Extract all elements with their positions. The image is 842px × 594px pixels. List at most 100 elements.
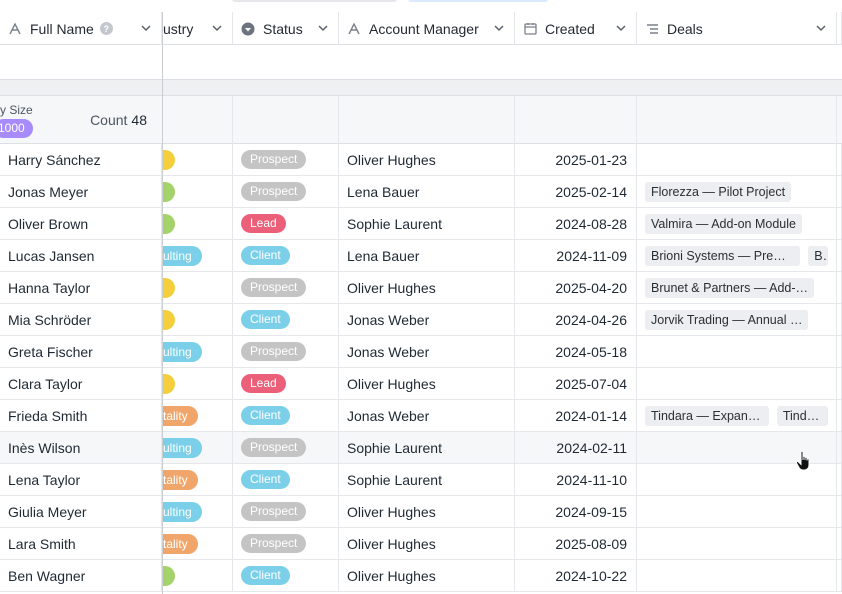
cell-account-manager[interactable]: Oliver Hughes xyxy=(339,528,515,559)
chevron-down-icon[interactable] xyxy=(318,23,328,33)
cell-industry[interactable] xyxy=(163,304,233,335)
cell-status[interactable]: Client xyxy=(233,464,339,495)
table-row[interactable]: Harry Sánchez Prospect Oliver Hughes 202… xyxy=(0,144,842,176)
cell-industry[interactable] xyxy=(163,208,233,239)
group-header[interactable]: y Size 1000 Count 48 xyxy=(0,96,842,144)
cell-industry[interactable] xyxy=(163,272,233,303)
deal-chip[interactable]: Brioni Systems — Premiu… xyxy=(645,245,801,266)
table-row[interactable]: Greta Fischer ulting Prospect Jonas Webe… xyxy=(0,336,842,368)
column-header-account-manager[interactable]: Account Manager xyxy=(339,12,515,45)
cell-next[interactable] xyxy=(837,272,842,303)
cell-account-manager[interactable]: Oliver Hughes xyxy=(339,144,515,175)
cell-created[interactable]: 2024-09-15 xyxy=(515,496,637,527)
table-row[interactable]: Lena Taylor tality Client Sophie Laurent… xyxy=(0,464,842,496)
chevron-down-icon[interactable] xyxy=(141,23,151,33)
cell-created[interactable]: 2024-11-10 xyxy=(515,464,637,495)
table-row[interactable]: Oliver Brown Lead Sophie Laurent 2024-08… xyxy=(0,208,842,240)
cell-deals[interactable]: Tindara — Expansion Tindara xyxy=(637,400,837,431)
new-row-area[interactable] xyxy=(0,45,842,79)
cell-deals[interactable] xyxy=(637,560,837,591)
cell-deals[interactable] xyxy=(637,336,837,367)
table-row[interactable]: Lara Smith tality Prospect Oliver Hughes… xyxy=(0,528,842,560)
cell-next[interactable] xyxy=(837,464,842,495)
cell-status[interactable]: Lead xyxy=(233,368,339,399)
deal-chip[interactable]: Jorvik Trading — Annual … xyxy=(645,309,809,330)
cell-created[interactable]: 2024-04-26 xyxy=(515,304,637,335)
cell-full-name[interactable]: Giulia Meyer xyxy=(0,496,162,527)
deal-chip[interactable]: Florezza — Pilot Project xyxy=(645,181,792,202)
cell-industry[interactable]: ulting xyxy=(163,336,233,367)
cell-industry[interactable]: ulting xyxy=(163,240,233,271)
cell-full-name[interactable]: Lena Taylor xyxy=(0,464,162,495)
cell-next[interactable] xyxy=(837,432,842,463)
cell-full-name[interactable]: Mia Schröder xyxy=(0,304,162,335)
cell-deals[interactable] xyxy=(637,496,837,527)
table-row[interactable]: Lucas Jansen ulting Client Lena Bauer 20… xyxy=(0,240,842,272)
cell-status[interactable]: Prospect xyxy=(233,432,339,463)
cell-account-manager[interactable]: Lena Bauer xyxy=(339,240,515,271)
cell-industry[interactable]: tality xyxy=(163,528,233,559)
deal-chip[interactable]: Brunet & Partners — Add-… xyxy=(645,277,815,298)
column-header-deals[interactable]: Deals xyxy=(637,12,837,45)
cell-deals[interactable]: Valmira — Add-on Module xyxy=(637,208,837,239)
cell-created[interactable]: 2024-05-18 xyxy=(515,336,637,367)
cell-created[interactable]: 2024-10-22 xyxy=(515,560,637,591)
table-row[interactable]: Jonas Meyer Prospect Lena Bauer 2025-02-… xyxy=(0,176,842,208)
chevron-down-icon[interactable] xyxy=(616,23,626,33)
cell-status[interactable]: Client xyxy=(233,304,339,335)
cell-deals[interactable] xyxy=(637,528,837,559)
cell-account-manager[interactable]: Jonas Weber xyxy=(339,304,515,335)
cell-account-manager[interactable]: Sophie Laurent xyxy=(339,464,515,495)
toolbar-control[interactable] xyxy=(232,0,397,2)
cell-full-name[interactable]: Harry Sánchez xyxy=(0,144,162,175)
cell-created[interactable]: 2025-07-04 xyxy=(515,368,637,399)
cell-account-manager[interactable]: Jonas Weber xyxy=(339,336,515,367)
cell-account-manager[interactable]: Sophie Laurent xyxy=(339,432,515,463)
cell-full-name[interactable]: Oliver Brown xyxy=(0,208,162,239)
cell-created[interactable]: 2025-08-09 xyxy=(515,528,637,559)
table-row[interactable]: Clara Taylor Lead Oliver Hughes 2025-07-… xyxy=(0,368,842,400)
table-row[interactable]: Frieda Smith tality Client Jonas Weber 2… xyxy=(0,400,842,432)
cell-next[interactable] xyxy=(837,496,842,527)
deal-chip[interactable]: Valmira — Add-on Module xyxy=(645,213,802,234)
column-header-industry[interactable]: ustry xyxy=(163,12,233,45)
cell-deals[interactable]: Brunet & Partners — Add-… xyxy=(637,272,837,303)
column-header-status[interactable]: Status xyxy=(233,12,339,45)
cell-full-name[interactable]: Hanna Taylor xyxy=(0,272,162,303)
cell-account-manager[interactable]: Lena Bauer xyxy=(339,176,515,207)
cell-deals[interactable] xyxy=(637,368,837,399)
chevron-down-icon[interactable] xyxy=(494,23,504,33)
cell-next[interactable] xyxy=(837,368,842,399)
table-row[interactable]: Ben Wagner Client Oliver Hughes 2024-10-… xyxy=(0,560,842,592)
deal-chip[interactable]: Tindara — Expansion xyxy=(645,405,769,426)
cell-deals[interactable] xyxy=(637,144,837,175)
cell-account-manager[interactable]: Jonas Weber xyxy=(339,400,515,431)
cell-full-name[interactable]: Ben Wagner xyxy=(0,560,162,591)
cell-full-name[interactable]: Lara Smith xyxy=(0,528,162,559)
cell-created[interactable]: 2024-02-11 xyxy=(515,432,637,463)
cell-account-manager[interactable]: Oliver Hughes xyxy=(339,496,515,527)
deal-chip[interactable]: B xyxy=(808,245,828,266)
cell-status[interactable]: Client xyxy=(233,560,339,591)
cell-next[interactable] xyxy=(837,400,842,431)
cell-industry[interactable] xyxy=(163,176,233,207)
cell-account-manager[interactable]: Oliver Hughes xyxy=(339,272,515,303)
cell-account-manager[interactable]: Sophie Laurent xyxy=(339,208,515,239)
table-row[interactable]: Giulia Meyer ulting Prospect Oliver Hugh… xyxy=(0,496,842,528)
table-row[interactable]: Inès Wilson ulting Prospect Sophie Laure… xyxy=(0,432,842,464)
help-icon[interactable]: ? xyxy=(99,22,113,35)
cell-full-name[interactable]: Inès Wilson xyxy=(0,432,162,463)
column-header-next[interactable] xyxy=(837,12,842,45)
cell-industry[interactable]: tality xyxy=(163,400,233,431)
cell-industry[interactable]: ulting xyxy=(163,432,233,463)
cell-created[interactable]: 2025-01-23 xyxy=(515,144,637,175)
cell-full-name[interactable]: Clara Taylor xyxy=(0,368,162,399)
cell-industry[interactable] xyxy=(163,144,233,175)
cell-status[interactable]: Prospect xyxy=(233,272,339,303)
cell-full-name[interactable]: Jonas Meyer xyxy=(0,176,162,207)
cell-account-manager[interactable]: Oliver Hughes xyxy=(339,560,515,591)
cell-status[interactable]: Client xyxy=(233,400,339,431)
cell-deals[interactable]: Brioni Systems — Premiu… B xyxy=(637,240,837,271)
cell-created[interactable]: 2024-01-14 xyxy=(515,400,637,431)
cell-industry[interactable] xyxy=(163,368,233,399)
